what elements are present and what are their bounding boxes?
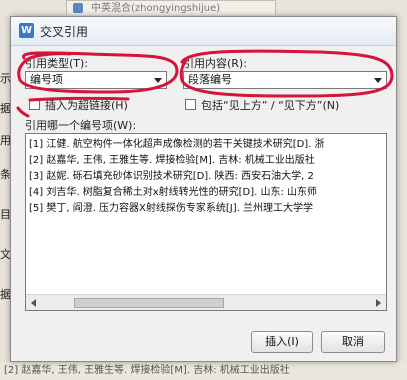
reference-content-select[interactable]: 段落编号 [183,71,387,89]
reference-type-label: 引用类型(T): [25,57,89,70]
background-tab-text: 中英混合(zhongyingshijue) [91,3,221,14]
wps-app-icon: W [19,23,34,38]
chevron-down-icon [154,78,162,83]
dialog-title: 交叉引用 [40,25,89,39]
horizontal-scrollbar[interactable] [26,294,386,310]
reference-content-value: 段落编号 [188,73,232,86]
cancel-button[interactable]: 取消 [321,331,385,353]
list-item[interactable]: [2] 赵嘉华, 王伟, 王雅生等. 焊接检验[M]. 吉林: 机械工业出版社 [29,154,369,168]
background-document-tab[interactable]: 中英混合(zhongyingshijue) [66,0,276,15]
insert-button[interactable]: 插入(I) [251,331,313,353]
background-bottom-text: [2] 赵嘉华, 王伟, 王雅生等. 焊接检验[M]. 吉林: 机械工业出版社 [0,362,407,380]
numbered-items-list[interactable]: [1] 江健. 航空构件一体化超声成像检测的若干关键技术研究[D]. 浙 [2]… [25,133,387,311]
reference-type-select[interactable]: 编号项 [25,71,167,89]
include-above-below-label[interactable]: 包括“见上方” / “见下方”(N) [201,97,339,113]
scrollbar-thumb[interactable] [74,298,224,308]
insert-hyperlink-checkbox[interactable] [29,99,40,110]
reference-content-label: 引用内容(R): [183,57,247,70]
document-icon [73,3,83,13]
list-item[interactable]: [4] 刘吉华. 树脂复合稀土对x射线转光性的研究[D]. 山东: 山东师 [29,186,369,200]
which-item-label: 引用哪一个编号项(W): [25,119,137,132]
list-item[interactable]: [3] 赵妮. 砾石填充砂体识别技术研究[D]. 陕西: 西安石油大学, 2 [29,170,369,184]
scroll-right-arrow-icon[interactable] [376,299,381,307]
include-above-below-checkbox[interactable] [185,99,196,110]
background-right-margin [397,16,407,376]
cross-reference-dialog: W 交叉引用 引用类型(T): 编号项 引用内容(R): 段落编号 插入为超链接… [10,16,397,362]
chevron-down-icon [374,78,382,83]
insert-hyperlink-label[interactable]: 插入为超链接(H) [45,97,128,113]
list-item[interactable]: [1] 江健. 航空构件一体化超声成像检测的若干关键技术研究[D]. 浙 [29,138,369,152]
dialog-titlebar[interactable]: W 交叉引用 [11,17,396,46]
scroll-left-arrow-icon[interactable] [31,299,36,307]
list-item[interactable]: [5] 樊丁, 阎澄. 压力容器X射线探伤专家系统[J]. 兰州理工大学学 [29,202,369,216]
reference-type-value: 编号项 [30,73,63,86]
